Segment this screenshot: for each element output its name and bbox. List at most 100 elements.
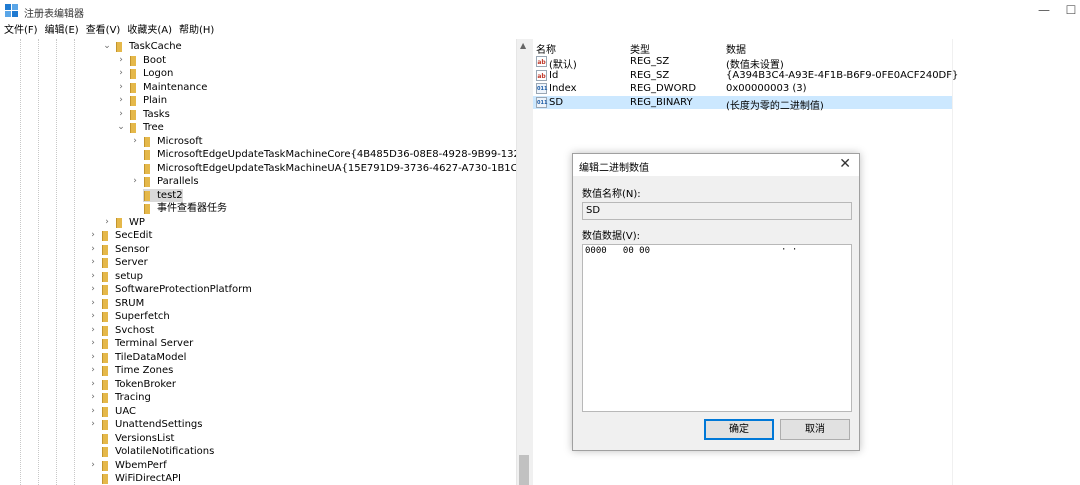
folder-icon (102, 325, 108, 336)
tree-node-label: TaskCache (129, 41, 182, 52)
value-row[interactable]: ab (默认) REG_SZ (数值未设置) (533, 55, 953, 71)
folder-icon (102, 258, 108, 268)
tree-node-label: MicrosoftEdgeUpdateTaskMachineUA{15E791D… (157, 162, 516, 174)
value-row[interactable]: 011 SD REG_BINARY (长度为零的二进制值) (533, 95, 953, 112)
chevron-right-icon[interactable]: › (116, 81, 126, 94)
tree-node[interactable]: › SRUM (0, 297, 516, 311)
folder-icon (102, 231, 108, 241)
tree-node[interactable]: › Sensor (0, 243, 516, 257)
menu-favorites[interactable]: 收藏夹(A) (123, 23, 175, 38)
registry-tree[interactable]: ⌄ TaskCache › Boot › Logon › Maintenance › Plain ›… (0, 39, 516, 485)
ok-button[interactable]: 确定 (704, 419, 774, 440)
chevron-right-icon[interactable]: › (88, 243, 98, 256)
scroll-up-icon[interactable]: ▲ (520, 41, 526, 50)
tree-node[interactable]: › Server (0, 256, 516, 270)
chevron-right-icon[interactable]: › (88, 391, 98, 404)
value-name-field: SD (582, 202, 852, 220)
tree-node[interactable]: › Tasks (0, 108, 516, 122)
chevron-down-icon[interactable]: ⌄ (102, 40, 112, 53)
chevron-right-icon[interactable]: › (130, 175, 140, 188)
maximize-button[interactable]: ☐ (1062, 0, 1080, 23)
chevron-right-icon[interactable]: › (116, 94, 126, 107)
tree-node-label: 事件查看器任务 (157, 203, 227, 214)
folder-icon (102, 285, 108, 295)
chevron-right-icon[interactable]: › (116, 67, 126, 80)
tree-node[interactable]: › Svchost (0, 324, 516, 338)
tree-node[interactable]: › Microsoft (0, 135, 516, 149)
tree-node-label: Svchost (115, 324, 155, 336)
tree-node[interactable]: test2 (0, 188, 516, 203)
chevron-right-icon[interactable]: › (88, 256, 98, 269)
chevron-right-icon[interactable]: › (88, 270, 98, 283)
chevron-down-icon[interactable]: ⌄ (116, 121, 126, 134)
tree-node[interactable]: › TileDataModel (0, 351, 516, 365)
folder-icon (102, 420, 108, 430)
menu-file[interactable]: 文件(F) (0, 23, 41, 38)
tree-node[interactable]: ⌄ Tree (0, 121, 516, 135)
chevron-right-icon[interactable]: › (88, 351, 98, 364)
chevron-right-icon[interactable]: › (88, 405, 98, 418)
chevron-right-icon[interactable]: › (88, 310, 98, 323)
value-row[interactable]: 011 Index REG_DWORD 0x00000003 (3) (533, 82, 953, 96)
folder-icon (144, 150, 150, 160)
tree-node[interactable]: › Plain (0, 94, 516, 108)
tree-node[interactable]: VolatileNotifications (0, 445, 516, 459)
tree-node[interactable]: › UAC (0, 405, 516, 419)
menu-view[interactable]: 查看(V) (82, 23, 124, 38)
minimize-button[interactable]: — (1026, 0, 1062, 23)
chevron-right-icon[interactable]: › (88, 297, 98, 310)
tree-node-label: Parallels (157, 176, 199, 187)
chevron-right-icon[interactable]: › (130, 135, 140, 148)
scroll-thumb[interactable] (519, 455, 529, 485)
tree-node[interactable]: MicrosoftEdgeUpdateTaskMachineCore{4B485… (0, 148, 516, 162)
tree-node[interactable]: WiFiDirectAPI (0, 472, 516, 485)
tree-node[interactable]: › Logon (0, 67, 516, 81)
chevron-right-icon[interactable]: › (88, 364, 98, 377)
tree-node[interactable]: MicrosoftEdgeUpdateTaskMachineUA{15E791D… (0, 162, 516, 176)
menu-help[interactable]: 帮助(H) (175, 23, 217, 38)
chevron-right-icon[interactable]: › (88, 337, 98, 350)
column-header-data[interactable]: 数据 (726, 41, 746, 56)
tree-node[interactable]: 事件查看器任务 (0, 202, 516, 216)
chevron-right-icon[interactable]: › (88, 459, 98, 472)
tree-node[interactable]: › WP (0, 216, 516, 230)
chevron-right-icon[interactable]: › (88, 418, 98, 431)
tree-node[interactable]: › TokenBroker (0, 378, 516, 392)
tree-node[interactable]: › SecEdit (0, 229, 516, 243)
tree-node[interactable]: › Superfetch (0, 310, 516, 324)
cancel-button[interactable]: 取消 (780, 419, 850, 440)
value-row[interactable]: ab Id REG_SZ {A394B3C4-A93E-4F1B-B6F9-0FE0A… (533, 69, 958, 83)
tree-node[interactable]: › setup (0, 270, 516, 284)
column-header-type[interactable]: 类型 (630, 41, 650, 56)
tree-node[interactable]: ⌄ TaskCache (0, 40, 516, 54)
chevron-right-icon[interactable]: › (88, 283, 98, 296)
chevron-right-icon[interactable]: › (88, 378, 98, 391)
chevron-right-icon[interactable]: › (88, 324, 98, 337)
chevron-right-icon[interactable]: › (116, 54, 126, 67)
tree-node[interactable]: › Maintenance (0, 81, 516, 95)
tree-node[interactable]: › SoftwareProtectionPlatform (0, 283, 516, 297)
close-icon[interactable]: ✕ (839, 156, 851, 172)
tree-node[interactable]: › UnattendSettings (0, 418, 516, 432)
tree-node[interactable]: › WbemPerf (0, 459, 516, 473)
folder-icon (116, 217, 122, 228)
tree-node[interactable]: › Parallels (0, 175, 516, 189)
chevron-right-icon[interactable]: › (102, 216, 112, 229)
value-data: (长度为零的二进制值) (726, 100, 824, 112)
tree-node-label: Server (115, 257, 148, 268)
menu-edit[interactable]: 编辑(E) (41, 23, 82, 38)
tree-node-label: MicrosoftEdgeUpdateTaskMachineCore{4B485… (157, 149, 516, 160)
tree-node[interactable]: › Time Zones (0, 364, 516, 378)
column-header-name[interactable]: 名称 (536, 41, 556, 56)
string-value-icon: ab (536, 69, 547, 81)
tree-node[interactable]: › Terminal Server (0, 337, 516, 351)
tree-node[interactable]: › Tracing (0, 391, 516, 405)
chevron-right-icon[interactable]: › (88, 229, 98, 242)
value-data-hex-editor[interactable]: 0000 00 00 · · (582, 244, 852, 412)
tree-node-label: UAC (115, 405, 136, 417)
folder-icon (144, 163, 150, 174)
chevron-right-icon[interactable]: › (116, 108, 126, 121)
tree-node[interactable]: › Boot (0, 54, 516, 68)
tree-scrollbar[interactable]: ▲ (516, 39, 530, 485)
tree-node[interactable]: VersionsList (0, 432, 516, 446)
